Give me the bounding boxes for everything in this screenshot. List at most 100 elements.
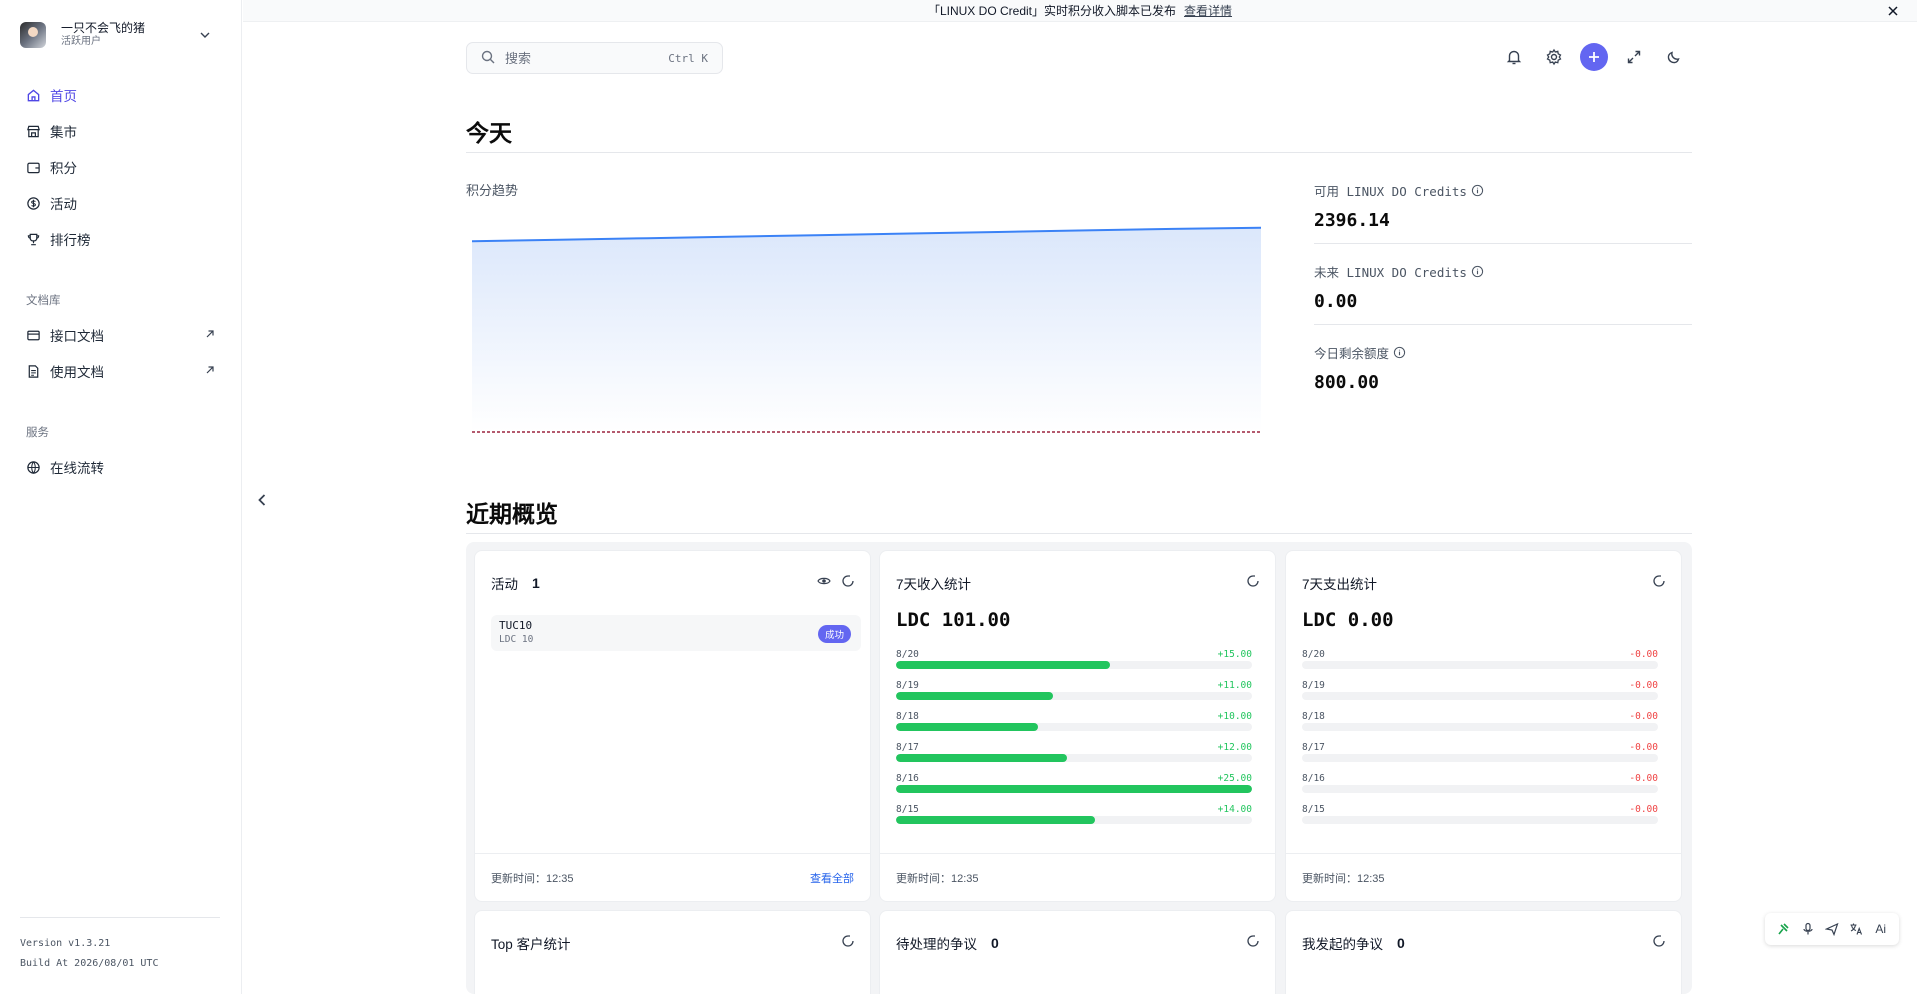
globe-icon [26,460,41,475]
status-badge: 成功 [817,625,851,643]
floating-toolbar: Ai [1765,913,1899,945]
card-count: 0 [991,935,999,951]
card-title: 活动 [491,577,518,592]
sidebar-item-points[interactable]: 积分 [20,149,220,185]
info-icon[interactable] [1471,265,1484,278]
announcement-banner: 「LINUX DO Credit」实时积分收入脚本已发布 查看详情 [243,0,1917,22]
bar-track [1302,785,1658,793]
view-all-link[interactable]: 查看全部 [810,870,854,886]
bar-amount: -0.00 [1629,742,1658,753]
bell-icon[interactable] [1500,43,1528,71]
bar-date: 8/17 [1302,742,1325,753]
sidebar-item-leaderboard[interactable]: 排行榜 [20,221,220,257]
bar-row: 8/20 +15.00 [896,649,1252,680]
bar-date: 8/20 [896,649,919,660]
info-icon[interactable] [1471,184,1484,197]
user-name: 一只不会飞的猪 [61,21,146,35]
bar-row: 8/16 -0.00 [1302,773,1658,804]
bar-fill [896,692,1053,700]
fullscreen-icon[interactable] [1620,43,1648,71]
version-info: Version v1.3.21 Build At 2026/08/01 UTC [20,917,220,974]
bar-row: 8/19 +11.00 [896,680,1252,711]
expense-bars: 8/20 -0.00 8/19 -0.00 8/18 -0.00 8/17 -0.00 8/16… [1302,649,1658,835]
refresh-icon[interactable] [1651,933,1667,949]
microphone-icon[interactable] [1799,920,1817,938]
card-icon [26,328,41,343]
bar-row: 8/17 +12.00 [896,742,1252,773]
close-icon[interactable] [1885,3,1901,19]
sidebar-item-home[interactable]: 首页 [20,77,220,113]
pin-icon[interactable] [1774,920,1792,938]
moon-icon[interactable] [1660,43,1688,71]
sidebar-item-user-docs[interactable]: 使用文档 [20,353,220,389]
bar-track [1302,816,1658,824]
top-customers-card: Top 客户统计 [474,910,871,994]
bar-date: 8/15 [1302,804,1325,815]
bar-date: 8/18 [1302,711,1325,722]
bar-track [1302,661,1658,669]
refresh-icon[interactable] [840,933,856,949]
bar-row: 8/16 +25.00 [896,773,1252,804]
bar-amount: +15.00 [1217,649,1252,660]
sidebar-item-label: 积分 [50,161,77,176]
sidebar-item-label: 使用文档 [50,365,104,380]
user-role: 活跃用户 [61,36,101,47]
wallet-icon [26,160,41,175]
bar-amount: -0.00 [1629,711,1658,722]
user-menu[interactable]: 一只不会飞的猪 活跃用户 [20,20,220,50]
expense-total: LDC 0.00 [1302,609,1394,631]
points-trend-chart [466,200,1266,440]
bar-row: 8/19 -0.00 [1302,680,1658,711]
bar-track [896,785,1252,793]
search-icon [481,50,495,67]
search-box[interactable]: Ctrl K [466,42,723,74]
add-icon[interactable] [1580,43,1608,71]
bar-amount: -0.00 [1629,680,1658,691]
services-section-title: 服务 [26,427,49,439]
bar-fill [896,816,1096,824]
translate-icon[interactable] [1847,920,1865,938]
bar-row: 8/20 -0.00 [1302,649,1658,680]
bar-date: 8/20 [1302,649,1325,660]
external-link-icon [204,328,216,340]
trend-chart-svg [471,226,1262,433]
dollar-icon [26,196,41,211]
refresh-icon[interactable] [1651,573,1667,589]
collapse-sidebar-icon[interactable] [252,490,272,510]
bar-row: 8/17 -0.00 [1302,742,1658,773]
stat-label: 未来 LINUX DO Credits [1314,265,1467,280]
stat-daily-remaining: 今日剩余额度 800.00 [1314,343,1692,393]
ai-button[interactable]: Ai [1872,920,1890,938]
bar-track [896,692,1252,700]
sidebar-item-activity[interactable]: 活动 [20,185,220,221]
bar-track [896,723,1252,731]
stat-label: 今日剩余额度 [1314,347,1390,361]
updated-time: 更新时间：12:35 [896,872,979,885]
bar-amount: -0.00 [1629,804,1658,815]
send-icon[interactable] [1823,920,1841,938]
banner-details-link[interactable]: 查看详情 [1184,2,1232,19]
bar-amount: +11.00 [1217,680,1252,691]
sidebar-item-api-docs[interactable]: 接口文档 [20,317,220,353]
sidebar-item-online-transfer[interactable]: 在线流转 [20,449,220,485]
stat-value: 0.00 [1314,291,1358,312]
bar-date: 8/16 [896,773,919,784]
banner-text: 「LINUX DO Credit」实时积分收入脚本已发布 [927,4,1176,18]
income-total: LDC 101.00 [896,609,1011,631]
divider [466,152,1692,153]
refresh-icon[interactable] [1245,573,1261,589]
refresh-icon[interactable] [1245,933,1261,949]
list-item[interactable]: TUC10 LDC 10 成功 [491,615,861,651]
expense-card: 7天支出统计 LDC 0.00 8/20 -0.00 8/19 -0.00 8/18 -0… [1285,550,1682,902]
my-disputes-card: 我发起的争议 0 [1285,910,1682,994]
sidebar-item-label: 在线流转 [50,461,104,476]
bar-track [896,661,1252,669]
activity-amount: LDC 10 [499,634,534,645]
info-icon[interactable] [1393,346,1406,359]
sidebar-item-market[interactable]: 集市 [20,113,220,149]
today-title: 今天 [466,120,512,146]
refresh-icon[interactable] [840,573,856,589]
search-input[interactable] [505,50,655,66]
gear-icon[interactable] [1540,43,1568,71]
eye-icon[interactable] [816,573,832,589]
